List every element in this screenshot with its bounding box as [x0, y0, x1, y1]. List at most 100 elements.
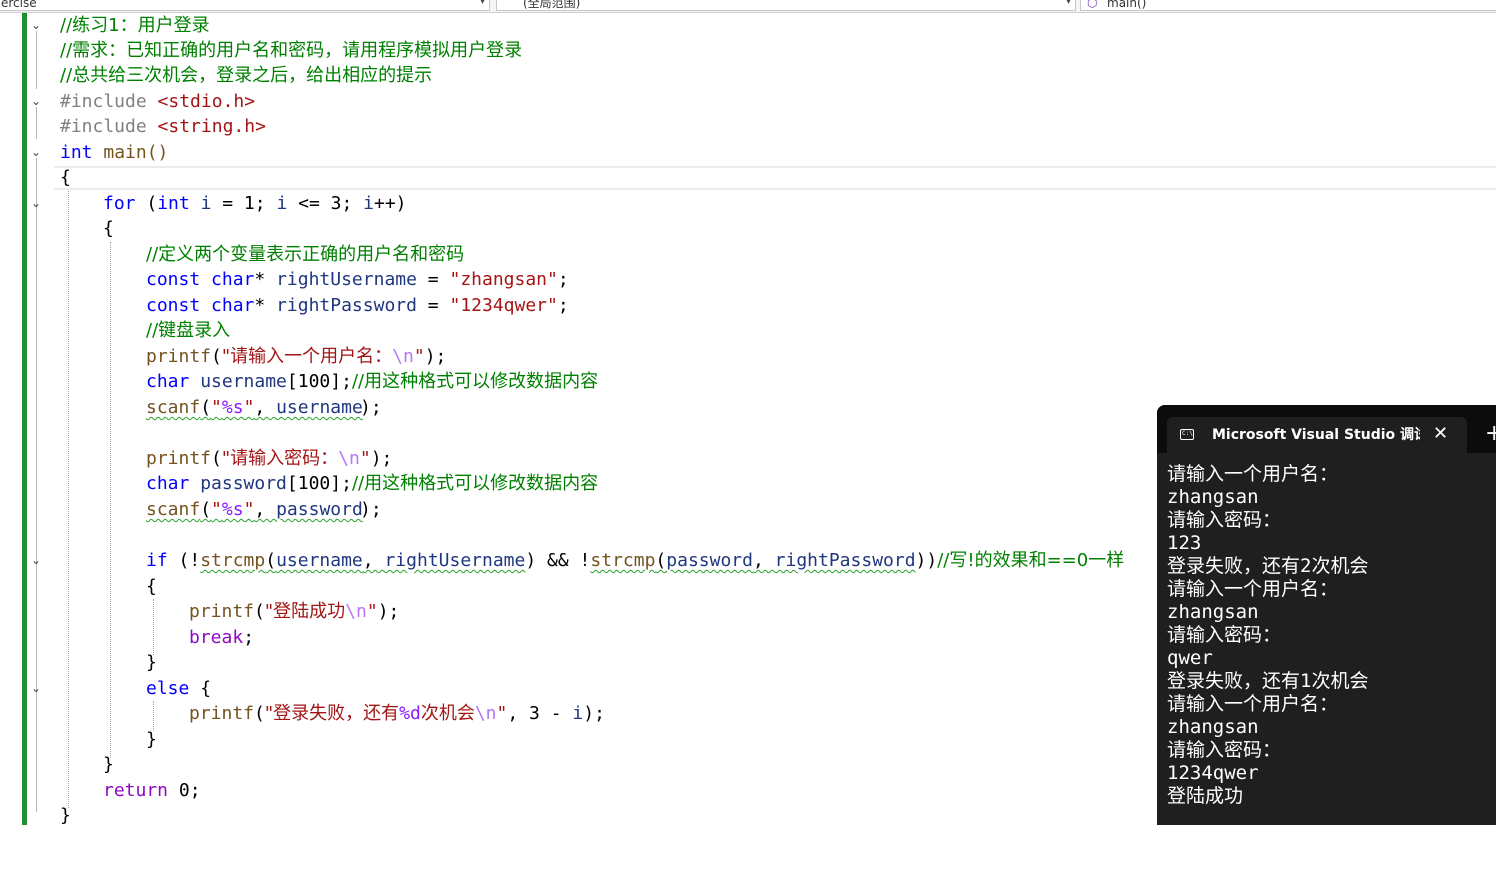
comment: //需求：已知正确的用户名和密码，请用程序模拟用户登录: [60, 40, 523, 61]
punctuation: [100];: [286, 371, 352, 392]
project-dropdown[interactable]: ercise ▾: [0, 0, 490, 11]
punctuation: ;: [243, 627, 255, 648]
punctuation: ++): [373, 193, 407, 214]
variable: password: [200, 473, 287, 494]
keyword: char: [146, 371, 190, 392]
keyword: return: [103, 780, 169, 801]
debug-console-window[interactable]: C:\ Microsoft Visual Studio 调试控制台 ✕ + 请输…: [1157, 405, 1496, 825]
console-line: 请输入密码：: [1167, 624, 1282, 646]
variable: i: [572, 703, 584, 724]
collapse-chevron-icon[interactable]: ⌄: [31, 95, 41, 107]
code-line[interactable]: ⌄ int main(): [0, 140, 1496, 165]
punctuation: )): [915, 550, 938, 571]
scope-dropdown[interactable]: (全局范围) ▾: [496, 0, 1076, 11]
code-line[interactable]: #include <string.h>: [0, 114, 1496, 139]
console-line: 登录失败，还有1次机会: [1167, 670, 1369, 692]
console-line: zhangsan: [1167, 716, 1259, 738]
preprocessor: #include: [60, 91, 158, 112]
code-line[interactable]: char username[100];//用这种格式可以修改数据内容: [0, 369, 1496, 394]
collapse-chevron-icon[interactable]: ⌄: [31, 19, 41, 31]
brace: }: [103, 754, 114, 775]
keyword: char: [211, 269, 255, 290]
string-literal: ": [211, 499, 222, 520]
comment: //定义两个变量表示正确的用户名和密码: [146, 244, 465, 265]
warning-squiggle[interactable]: strcmp(username, rightUsername: [200, 550, 525, 571]
format-specifier: %s: [221, 499, 244, 520]
code-line[interactable]: ⌄ for (int i = 1; i <= 3; i++): [0, 191, 1496, 216]
close-icon[interactable]: ✕: [1433, 424, 1448, 444]
punctuation: );: [583, 703, 605, 724]
console-tab[interactable]: C:\ Microsoft Visual Studio 调试控制台 ✕: [1167, 417, 1467, 453]
punctuation: {: [189, 678, 212, 699]
scope-dropdown-value: (全局范围): [523, 0, 581, 10]
warning-squiggle[interactable]: scanf("%s", username: [146, 395, 363, 420]
punctuation: (: [135, 193, 158, 214]
console-line: 请输入一个用户名：: [1167, 463, 1339, 485]
code-line[interactable]: const char* rightPassword = "1234qwer";: [0, 293, 1496, 318]
escape-sequence: \n: [338, 448, 360, 469]
escape-sequence: \n: [392, 346, 414, 367]
code-line[interactable]: printf("请输入一个用户名：\n");: [0, 344, 1496, 369]
keyword: for: [103, 193, 136, 214]
comment: //键盘录入: [146, 320, 231, 341]
code-line[interactable]: //需求：已知正确的用户名和密码，请用程序模拟用户登录: [0, 38, 1496, 63]
new-tab-button[interactable]: +: [1485, 423, 1496, 445]
code-line[interactable]: const char* rightUsername = "zhangsan";: [0, 267, 1496, 292]
punctuation: =: [416, 295, 450, 316]
code-line[interactable]: {: [0, 165, 1496, 190]
string-literal: ": [496, 703, 508, 724]
punctuation: (!: [167, 550, 201, 571]
preprocessor: #include: [60, 116, 158, 137]
keyword: char: [146, 473, 190, 494]
punctuation: ) && !: [525, 550, 591, 571]
punctuation: (: [200, 499, 212, 520]
function-name: scanf: [146, 499, 201, 520]
keyword: else: [146, 678, 190, 699]
punctuation: );: [360, 397, 382, 418]
escape-sequence: \n: [474, 703, 497, 724]
collapse-chevron-icon[interactable]: ⌄: [31, 146, 41, 158]
member-dropdown[interactable]: ⬡ main(): [1080, 0, 1496, 11]
collapse-chevron-icon[interactable]: ⌄: [31, 197, 41, 209]
console-tab-bar: C:\ Microsoft Visual Studio 调试控制台 ✕ +: [1157, 405, 1496, 453]
variable: i: [276, 193, 288, 214]
warning-squiggle[interactable]: scanf("%s", password: [146, 497, 363, 522]
keyword: int: [60, 142, 93, 163]
comment: //练习1：用户登录: [60, 15, 210, 36]
collapse-chevron-icon[interactable]: ⌄: [31, 554, 41, 566]
code-line[interactable]: //键盘录入: [0, 318, 1496, 343]
punctuation: (: [655, 550, 667, 571]
string-literal: "请输入密码：: [221, 448, 339, 469]
string-literal: ": [366, 601, 378, 622]
console-line: 请输入密码：: [1167, 739, 1282, 761]
escape-sequence: \n: [345, 601, 367, 622]
code-line[interactable]: ⌄ //练习1：用户登录: [0, 13, 1496, 38]
code-line[interactable]: {: [0, 216, 1496, 241]
string-literal: ": [211, 397, 222, 418]
variable: password: [276, 499, 363, 520]
console-line: qwer: [1167, 647, 1213, 669]
warning-squiggle[interactable]: strcmp(password, rightPassword: [590, 550, 915, 571]
console-line: 登录失败，还有2次机会: [1167, 555, 1369, 577]
keyword: break: [189, 627, 244, 648]
console-line: 123: [1167, 532, 1202, 554]
console-output[interactable]: 请输入一个用户名： zhangsan 请输入密码： 123 登录失败，还有2次机…: [1157, 453, 1496, 825]
chevron-down-icon: ▾: [479, 0, 485, 7]
code-line[interactable]: //总共给三次机会，登录之后，给出相应的提示: [0, 63, 1496, 88]
format-specifier: %d: [399, 703, 421, 724]
variable: i: [200, 193, 212, 214]
code-line[interactable]: //定义两个变量表示正确的用户名和密码: [0, 242, 1496, 267]
punctuation: ,: [362, 550, 385, 571]
collapse-chevron-icon[interactable]: ⌄: [31, 682, 41, 694]
terminal-icon: C:\: [1180, 429, 1194, 440]
punctuation: (: [265, 550, 277, 571]
variable: password: [666, 550, 753, 571]
code-line[interactable]: ⌄ #include <stdio.h>: [0, 89, 1496, 114]
console-line: 登陆成功: [1167, 785, 1244, 807]
string-literal: 次机会: [420, 703, 475, 724]
console-line: 请输入密码：: [1167, 509, 1282, 531]
